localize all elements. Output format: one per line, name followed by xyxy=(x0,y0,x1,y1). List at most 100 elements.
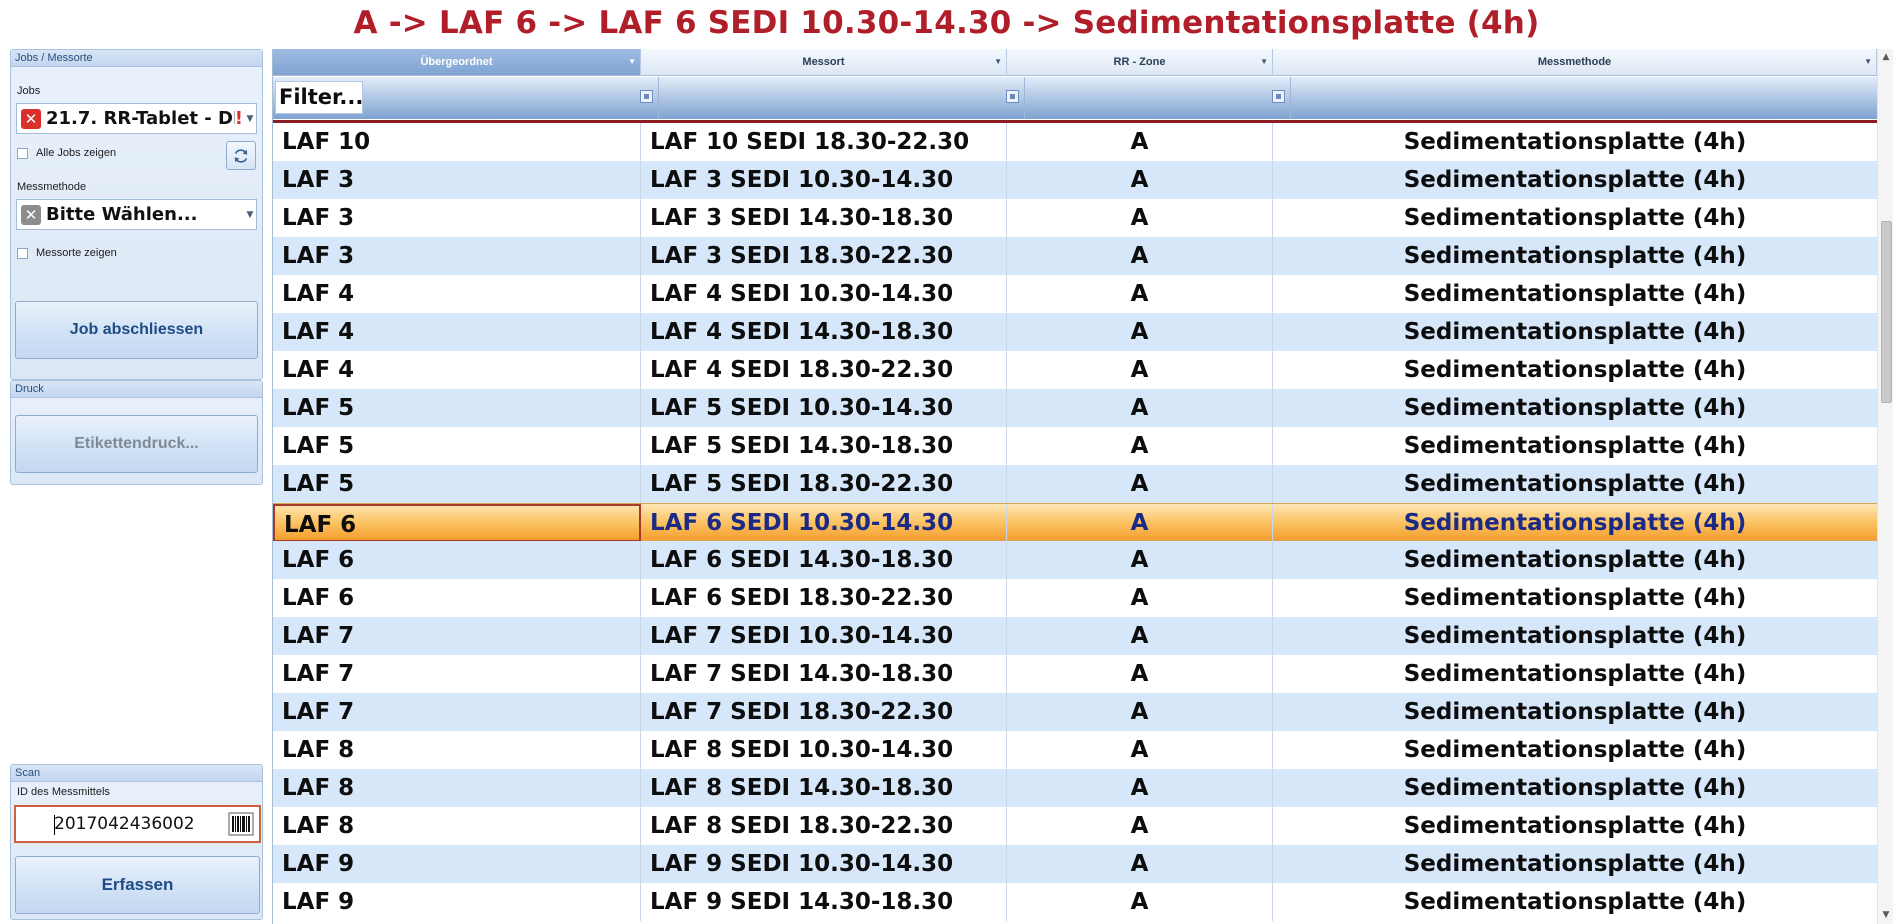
cell-zone[interactable]: A xyxy=(1007,123,1273,161)
cell-zone[interactable]: A xyxy=(1007,807,1273,845)
chevron-down-icon[interactable]: ▼ xyxy=(244,210,256,220)
cell-parent[interactable]: LAF 5 xyxy=(273,389,641,427)
cell-location[interactable]: LAF 5 SEDI 10.30-14.30 xyxy=(641,389,1007,427)
filter-cell-zone[interactable] xyxy=(1025,77,1291,119)
cell-zone[interactable]: A xyxy=(1007,693,1273,731)
vertical-scrollbar[interactable]: ▲ ▼ xyxy=(1877,49,1893,924)
table-row[interactable]: LAF 4 LAF 4 SEDI 14.30-18.30 A Sedimentatio… xyxy=(273,313,1877,351)
cell-zone[interactable]: A xyxy=(1007,161,1273,199)
method-select[interactable]: ✕ Bitte Wählen... ▼ xyxy=(16,199,257,230)
table-row[interactable]: LAF 5 LAF 5 SEDI 14.30-18.30 A Sedimentatio… xyxy=(273,427,1877,465)
table-row[interactable]: LAF 7 LAF 7 SEDI 18.30-22.30 A Sedimentatio… xyxy=(273,693,1877,731)
table-row[interactable]: LAF 3 LAF 3 SEDI 14.30-18.30 A Sedimentatio… xyxy=(273,199,1877,237)
measuring-id-input[interactable]: 2017042436002 xyxy=(14,805,261,843)
cell-zone[interactable]: A xyxy=(1007,541,1273,579)
cell-location[interactable]: LAF 7 SEDI 18.30-22.30 xyxy=(641,693,1007,731)
cell-method[interactable]: Sedimentationsplatte (4h) xyxy=(1273,313,1877,351)
cell-method[interactable]: Sedimentationsplatte (4h) xyxy=(1273,465,1877,503)
cell-zone[interactable]: A xyxy=(1007,389,1273,427)
table-row[interactable]: LAF 3 LAF 3 SEDI 18.30-22.30 A Sedimentatio… xyxy=(273,237,1877,275)
cell-parent[interactable]: LAF 7 xyxy=(273,693,641,731)
refresh-button[interactable] xyxy=(226,141,256,170)
table-row[interactable]: LAF 9 LAF 9 SEDI 14.30-18.30 A Sedimentatio… xyxy=(273,883,1877,921)
cell-location[interactable]: LAF 3 SEDI 14.30-18.30 xyxy=(641,199,1007,237)
cell-zone[interactable]: A xyxy=(1007,351,1273,389)
table-row[interactable]: LAF 8 LAF 8 SEDI 18.30-22.30 A Sedimentatio… xyxy=(273,807,1877,845)
cell-parent[interactable]: LAF 5 xyxy=(273,465,641,503)
cell-location[interactable]: LAF 4 SEDI 18.30-22.30 xyxy=(641,351,1007,389)
table-row[interactable]: LAF 10 LAF 10 SEDI 18.30-22.30 A Sedimentat… xyxy=(273,123,1877,161)
chevron-down-icon[interactable]: ▼ xyxy=(994,57,1002,66)
cell-zone[interactable]: A xyxy=(1007,655,1273,693)
cell-location[interactable]: LAF 8 SEDI 10.30-14.30 xyxy=(641,731,1007,769)
cell-parent[interactable]: LAF 5 xyxy=(273,427,641,465)
cell-zone[interactable]: A xyxy=(1007,313,1273,351)
cell-parent[interactable]: LAF 8 xyxy=(273,731,641,769)
cell-method[interactable]: Sedimentationsplatte (4h) xyxy=(1273,693,1877,731)
table-row[interactable]: LAF 5 LAF 5 SEDI 10.30-14.30 A Sedimentatio… xyxy=(273,389,1877,427)
cell-parent[interactable]: LAF 9 xyxy=(273,883,641,921)
table-row[interactable]: LAF 7 LAF 7 SEDI 10.30-14.30 A Sedimentatio… xyxy=(273,617,1877,655)
cell-location[interactable]: LAF 8 SEDI 18.30-22.30 xyxy=(641,807,1007,845)
cell-method[interactable]: Sedimentationsplatte (4h) xyxy=(1273,807,1877,845)
table-row[interactable]: LAF 8 LAF 8 SEDI 14.30-18.30 A Sedimentatio… xyxy=(273,769,1877,807)
cell-location[interactable]: LAF 7 SEDI 14.30-18.30 xyxy=(641,655,1007,693)
cell-zone[interactable]: A xyxy=(1007,427,1273,465)
chevron-down-icon[interactable]: ▼ xyxy=(628,57,636,66)
cell-location[interactable]: LAF 4 SEDI 10.30-14.30 xyxy=(641,275,1007,313)
cell-zone[interactable]: A xyxy=(1007,579,1273,617)
table-row[interactable]: LAF 6 LAF 6 SEDI 18.30-22.30 A Sedimentatio… xyxy=(273,579,1877,617)
barcode-icon[interactable] xyxy=(228,811,254,837)
cell-location[interactable]: LAF 3 SEDI 10.30-14.30 xyxy=(641,161,1007,199)
show-all-jobs-checkbox[interactable]: Alle Jobs zeigen xyxy=(17,147,116,159)
cell-location[interactable]: LAF 6 SEDI 14.30-18.30 xyxy=(641,541,1007,579)
show-all-jobs-box[interactable] xyxy=(17,147,28,159)
column-header-zone[interactable]: RR - Zone ▼ xyxy=(1007,49,1273,76)
cell-method[interactable]: Sedimentationsplatte (4h) xyxy=(1273,579,1877,617)
close-job-button[interactable]: Job abschliessen xyxy=(15,301,258,359)
cell-zone[interactable]: A xyxy=(1007,845,1273,883)
cell-zone[interactable]: A xyxy=(1007,275,1273,313)
cell-parent[interactable]: LAF 6 xyxy=(273,541,641,579)
cell-location[interactable]: LAF 7 SEDI 10.30-14.30 xyxy=(641,617,1007,655)
table-row-selected[interactable]: LAF 6 LAF 6 SEDI 10.30-14.30 A Sedimentatio… xyxy=(273,503,1877,542)
cell-location[interactable]: LAF 8 SEDI 14.30-18.30 xyxy=(641,769,1007,807)
chevron-down-icon[interactable]: ▼ xyxy=(244,114,256,124)
cell-parent[interactable]: LAF 3 xyxy=(273,237,641,275)
cell-parent[interactable]: LAF 4 xyxy=(273,275,641,313)
cell-zone[interactable]: A xyxy=(1007,883,1273,921)
cell-method[interactable]: Sedimentationsplatte (4h) xyxy=(1273,731,1877,769)
cell-location[interactable]: LAF 10 SEDI 18.30-22.30 xyxy=(641,123,1007,161)
cell-method[interactable]: Sedimentationsplatte (4h) xyxy=(1273,351,1877,389)
cell-method[interactable]: Sedimentationsplatte (4h) xyxy=(1273,275,1877,313)
cell-location[interactable]: LAF 9 SEDI 14.30-18.30 xyxy=(641,883,1007,921)
filter-icon[interactable] xyxy=(1272,90,1285,103)
cell-parent[interactable]: LAF 3 xyxy=(273,199,641,237)
cell-zone[interactable]: A xyxy=(1007,769,1273,807)
clear-x-icon[interactable]: ✕ xyxy=(21,204,41,225)
cell-method[interactable]: Sedimentationsplatte (4h) xyxy=(1273,427,1877,465)
table-row[interactable]: LAF 8 LAF 8 SEDI 10.30-14.30 A Sedimentatio… xyxy=(273,731,1877,769)
cell-method[interactable]: Sedimentationsplatte (4h) xyxy=(1273,769,1877,807)
filter-icon[interactable] xyxy=(1006,90,1019,103)
show-locations-checkbox[interactable]: Messorte zeigen xyxy=(17,247,117,259)
column-header-parent[interactable]: Übergeordnet ▼ xyxy=(273,49,641,76)
table-row[interactable]: LAF 7 LAF 7 SEDI 14.30-18.30 A Sedimentatio… xyxy=(273,655,1877,693)
cell-zone[interactable]: A xyxy=(1007,617,1273,655)
filter-input-parent[interactable]: Filter... xyxy=(275,81,363,114)
filter-icon[interactable] xyxy=(640,90,653,103)
cell-method[interactable]: Sedimentationsplatte (4h) xyxy=(1273,617,1877,655)
cell-location[interactable]: LAF 5 SEDI 14.30-18.30 xyxy=(641,427,1007,465)
cell-method[interactable]: Sedimentationsplatte (4h) xyxy=(1273,199,1877,237)
label-print-button[interactable]: Etikettendruck... xyxy=(15,415,258,473)
scroll-down-icon[interactable]: ▼ xyxy=(1878,907,1893,924)
cell-method[interactable]: Sedimentationsplatte (4h) xyxy=(1273,237,1877,275)
cell-location[interactable]: LAF 6 SEDI 10.30-14.30 xyxy=(641,504,1007,542)
cell-parent[interactable]: LAF 4 xyxy=(273,351,641,389)
column-header-location[interactable]: Messort ▼ xyxy=(641,49,1007,76)
capture-button[interactable]: Erfassen xyxy=(15,856,260,914)
cell-location[interactable]: LAF 9 SEDI 10.30-14.30 xyxy=(641,845,1007,883)
jobs-select[interactable]: ✕ 21.7. RR-Tablet - DEV ! ▼ xyxy=(16,103,257,134)
table-row[interactable]: LAF 9 LAF 9 SEDI 10.30-14.30 A Sedimentatio… xyxy=(273,845,1877,883)
cell-method[interactable]: Sedimentationsplatte (4h) xyxy=(1273,504,1877,542)
